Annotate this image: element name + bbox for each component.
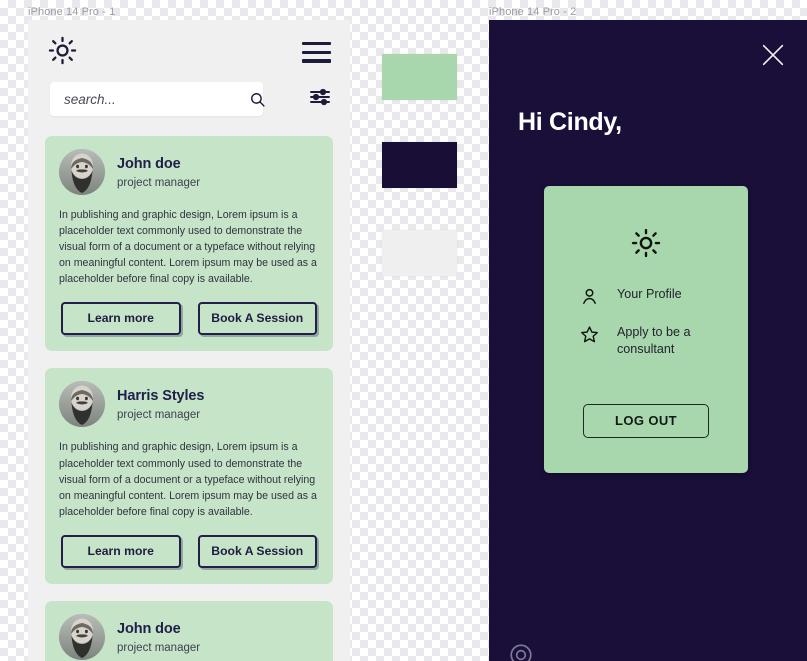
phone-screen-listing: John doe project manager In publishing a… <box>28 20 350 661</box>
phone-screen-account-menu: Hi Cindy, Your Profile Apply to be a con… <box>489 20 807 661</box>
search-input[interactable] <box>50 91 249 107</box>
card-header: Harris Styles project manager <box>59 381 319 428</box>
sliders-filter-icon[interactable] <box>308 85 332 114</box>
consultant-role: project manager <box>117 176 201 189</box>
book-session-button[interactable]: Book A Session <box>197 534 317 568</box>
sun-icon[interactable] <box>48 36 77 70</box>
consultant-name: Harris Styles <box>117 388 205 405</box>
account-menu-card: Your Profile Apply to be a consultant LO… <box>544 186 748 473</box>
card-identity: Harris Styles project manager <box>117 386 204 423</box>
greeting-title: Hi Cindy, <box>518 108 622 136</box>
learn-more-button[interactable]: Learn more <box>61 302 181 336</box>
consultant-role: project manager <box>117 641 201 654</box>
card-identity: John doe project manager <box>117 619 200 656</box>
consultant-card[interactable]: Harris Styles project manager In publish… <box>45 368 333 584</box>
color-swatch-mint <box>382 54 457 100</box>
hamburger-icon[interactable] <box>302 42 331 63</box>
menu-item-label: Apply to be a consultant <box>617 325 691 356</box>
menu-item-label: Your Profile <box>617 287 682 301</box>
card-header: John doe project manager <box>59 613 319 660</box>
search-icon[interactable] <box>249 91 279 108</box>
search-input-wrapper[interactable] <box>50 82 265 116</box>
circle-glyph-icon <box>508 642 534 661</box>
card-actions: Learn more Book A Session <box>59 302 319 336</box>
card-header: John doe project manager <box>59 149 319 195</box>
card-identity: John doe project manager <box>117 154 200 191</box>
consultant-name: John doe <box>117 620 181 637</box>
app-header <box>28 20 350 82</box>
learn-more-button[interactable]: Learn more <box>61 534 181 568</box>
consultant-card[interactable]: John doe project manager In publishing a… <box>45 600 333 661</box>
color-swatch-offwhite <box>382 230 457 276</box>
book-session-button[interactable]: Book A Session <box>197 302 317 336</box>
avatar <box>59 381 105 428</box>
avatar <box>59 149 105 195</box>
account-menu-items: Your Profile Apply to be a consultant <box>579 286 732 375</box>
close-icon[interactable] <box>759 41 787 74</box>
consultant-role: project manager <box>117 409 201 422</box>
sun-icon[interactable] <box>544 228 748 258</box>
menu-item-your-profile[interactable]: Your Profile <box>579 286 732 306</box>
consultant-card[interactable]: John doe project manager In publishing a… <box>45 136 333 352</box>
logout-button[interactable]: LOG OUT <box>583 404 709 438</box>
consultant-bio: In publishing and graphic design, Lorem … <box>59 441 317 518</box>
person-icon <box>579 286 599 306</box>
menu-item-apply-consultant[interactable]: Apply to be a consultant <box>579 324 732 357</box>
search-row <box>50 82 332 126</box>
star-icon <box>579 324 599 344</box>
avatar <box>59 613 105 660</box>
color-swatch-navy <box>382 142 457 188</box>
frame-label-one: iPhone 14 Pro - 1 <box>28 6 116 18</box>
frame-label-two: iPhone 14 Pro - 2 <box>489 6 577 18</box>
consultant-name: John doe <box>117 155 181 172</box>
card-actions: Learn more Book A Session <box>59 534 319 568</box>
consultant-bio: In publishing and graphic design, Lorem … <box>59 209 317 286</box>
consultant-card-list: John doe project manager In publishing a… <box>28 126 350 661</box>
